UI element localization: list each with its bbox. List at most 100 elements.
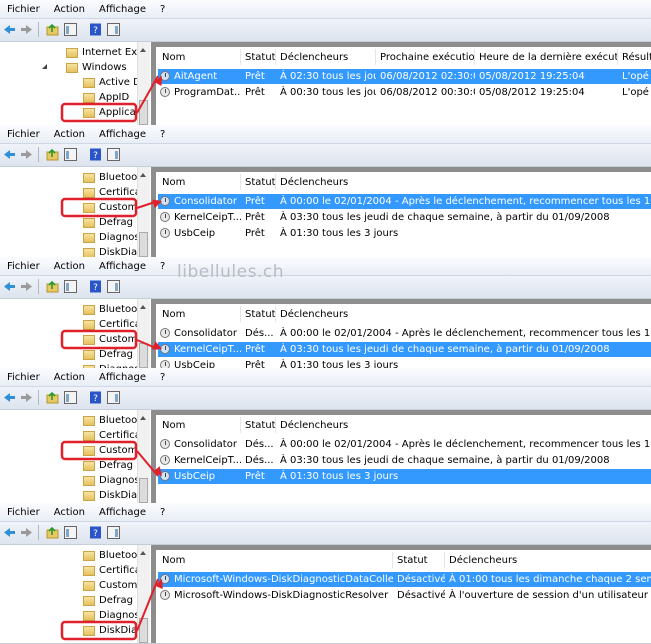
column-header[interactable]: Résult <box>618 49 651 65</box>
tree-item[interactable]: Internet Explore <box>66 45 137 60</box>
tree-item[interactable]: Bluetooth <box>83 302 137 317</box>
menu-affichage[interactable]: Affichage <box>92 507 153 518</box>
column-header[interactable]: Statut <box>241 49 276 65</box>
menu-help[interactable]: ? <box>153 261 172 272</box>
folder-up-icon[interactable] <box>46 23 59 36</box>
back-arrow-icon[interactable] <box>3 526 16 539</box>
tree-item[interactable]: Defrag <box>83 458 133 473</box>
task-row[interactable]: ProgramDat... Prêt À 00:30 tous les jours 0… <box>158 85 651 100</box>
menu-action[interactable]: Action <box>47 4 92 15</box>
menu-action[interactable]: Action <box>47 372 92 383</box>
expand-triangle-icon[interactable] <box>42 64 47 69</box>
column-header[interactable]: Nom <box>158 174 241 190</box>
show-hide-tree-icon[interactable] <box>64 148 77 161</box>
folder-up-icon[interactable] <box>46 391 59 404</box>
show-hide-action-pane-icon[interactable] <box>107 148 120 161</box>
tree-item[interactable]: DiskDiagno <box>83 488 137 503</box>
forward-arrow-icon[interactable] <box>20 526 33 539</box>
tree-scrollbar[interactable] <box>137 167 150 257</box>
menu-affichage[interactable]: Affichage <box>92 261 153 272</box>
forward-arrow-icon[interactable] <box>20 23 33 36</box>
tree-item[interactable]: Defrag <box>83 215 133 230</box>
menu-action[interactable]: Action <box>47 507 92 518</box>
column-header[interactable]: Statut <box>241 306 276 322</box>
forward-arrow-icon[interactable] <box>20 280 33 293</box>
tree-item[interactable]: DiskDiagno <box>83 623 137 638</box>
back-arrow-icon[interactable] <box>3 148 16 161</box>
show-hide-action-pane-icon[interactable] <box>107 280 120 293</box>
menu-fichier[interactable]: Fichier <box>0 129 47 140</box>
tree-item[interactable]: CertificateS <box>83 563 137 578</box>
show-hide-action-pane-icon[interactable] <box>107 23 120 36</box>
menu-fichier[interactable]: Fichier <box>0 507 47 518</box>
tree-scrollbar[interactable] <box>137 410 150 503</box>
tree-scrollbar[interactable] <box>137 42 150 125</box>
column-header[interactable]: Nom <box>158 306 241 322</box>
task-row[interactable]: Microsoft-Windows-DiskDiagnosticDataColl… <box>158 572 651 587</box>
task-row[interactable]: KernelCeipT... Prêt À 03:30 tous les jeudi… <box>158 342 651 357</box>
task-row[interactable]: KernelCeipT... Prêt À 03:30 tous les jeudi… <box>158 210 651 225</box>
help-icon[interactable]: ? <box>89 391 102 404</box>
scrollbar-thumb[interactable] <box>139 618 148 643</box>
tree-item[interactable]: Diagnosis <box>83 230 137 245</box>
folder-up-icon[interactable] <box>46 148 59 161</box>
show-hide-tree-icon[interactable] <box>64 391 77 404</box>
column-header[interactable]: Déclencheurs <box>276 306 651 322</box>
column-header[interactable]: Déclencheurs <box>276 174 651 190</box>
tree-item[interactable]: DiskDiagno <box>83 245 137 257</box>
menu-fichier[interactable]: Fichier <box>0 372 47 383</box>
task-row[interactable]: Consolidator Prêt À 00:00 le 02/01/2004 - … <box>158 194 651 209</box>
help-icon[interactable]: ? <box>89 148 102 161</box>
scrollbar-thumb[interactable] <box>139 343 148 368</box>
column-header[interactable]: Statut <box>241 174 276 190</box>
scrollbar-thumb[interactable] <box>139 478 148 503</box>
menu-affichage[interactable]: Affichage <box>92 4 153 15</box>
scroll-up-arrow-icon[interactable] <box>140 305 146 309</box>
tree-item[interactable]: CertificateS <box>83 317 137 332</box>
tree-item[interactable]: CertificateS <box>83 185 137 200</box>
task-row[interactable]: Consolidator Dés... À 00:00 le 02/01/2004 … <box>158 437 651 452</box>
show-hide-tree-icon[interactable] <box>64 23 77 36</box>
scroll-up-arrow-icon[interactable] <box>140 48 146 52</box>
tree-item[interactable]: Customer E <box>83 443 137 458</box>
task-row[interactable]: UsbCeip Prêt À 01:30 tous les 3 jours <box>158 226 651 241</box>
task-row[interactable]: UsbCeip Prêt À 01:30 tous les 3 jours <box>158 469 651 484</box>
tree-item[interactable]: Diagnosis <box>83 608 137 623</box>
tree-item[interactable]: Customer E <box>83 332 137 347</box>
column-header[interactable]: Nom <box>158 417 241 433</box>
menu-affichage[interactable]: Affichage <box>92 129 153 140</box>
task-row[interactable]: AitAgent Prêt À 02:30 tous les jours 06/08/… <box>158 69 651 84</box>
tree-item[interactable]: AppID <box>83 90 129 105</box>
forward-arrow-icon[interactable] <box>20 391 33 404</box>
task-row[interactable]: Microsoft-Windows-DiskDiagnosticResolver… <box>158 588 651 603</box>
help-icon[interactable]: ? <box>89 526 102 539</box>
help-icon[interactable]: ? <box>89 280 102 293</box>
tree-item[interactable]: Bluetooth <box>83 413 137 428</box>
scroll-up-arrow-icon[interactable] <box>140 416 146 420</box>
column-header[interactable]: Déclencheurs <box>276 49 376 65</box>
scroll-up-arrow-icon[interactable] <box>140 551 146 555</box>
menu-help[interactable]: ? <box>153 4 172 15</box>
tree-item[interactable]: Defrag <box>83 593 133 608</box>
tree-item[interactable]: CertificateS <box>83 428 137 443</box>
column-header[interactable]: Nom <box>158 552 393 568</box>
column-header[interactable]: Déclencheurs <box>445 552 651 568</box>
show-hide-tree-icon[interactable] <box>64 526 77 539</box>
column-header[interactable]: Déclencheurs <box>276 417 651 433</box>
folder-up-icon[interactable] <box>46 280 59 293</box>
menu-help[interactable]: ? <box>153 129 172 140</box>
tree-item[interactable]: Application <box>83 105 137 120</box>
menu-action[interactable]: Action <box>47 261 92 272</box>
tree-item[interactable]: Customer E <box>83 200 137 215</box>
tree-item[interactable]: Customer E <box>83 578 137 593</box>
tree-item[interactable]: Bluetooth <box>83 548 137 563</box>
task-row[interactable]: KernelCeipT... Dés... À 03:30 tous les jeu… <box>158 453 651 468</box>
tree-item[interactable]: Defrag <box>83 347 133 362</box>
show-hide-action-pane-icon[interactable] <box>107 526 120 539</box>
show-hide-tree-icon[interactable] <box>64 280 77 293</box>
tree-item[interactable]: Windows <box>42 60 127 75</box>
menu-help[interactable]: ? <box>153 372 172 383</box>
menu-action[interactable]: Action <box>47 129 92 140</box>
tree-scrollbar[interactable] <box>137 545 150 643</box>
task-row[interactable]: Consolidator Dés... À 00:00 le 02/01/2004 … <box>158 326 651 341</box>
